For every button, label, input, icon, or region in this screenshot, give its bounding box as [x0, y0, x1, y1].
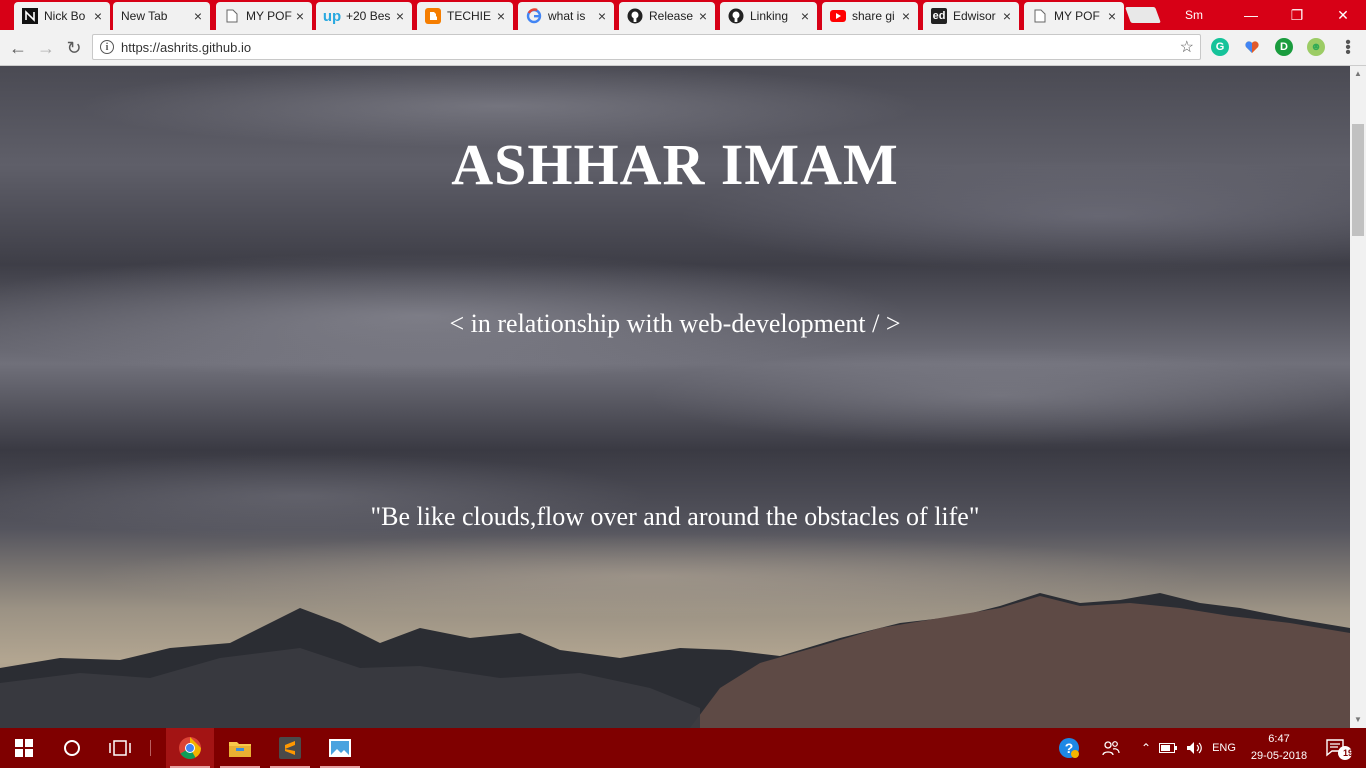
browser-tab[interactable]: what is ×	[518, 2, 614, 30]
page-icon	[224, 8, 240, 24]
tab-title: MY POF	[246, 9, 292, 23]
forward-button[interactable]: →	[34, 36, 58, 60]
grammarly-icon[interactable]: G	[1211, 38, 1229, 56]
browser-tab[interactable]: New Tab ×	[113, 2, 210, 30]
scroll-up-arrow-icon[interactable]: ▲	[1350, 66, 1366, 82]
clock-date: 29-05-2018	[1250, 750, 1308, 762]
tab-title: TECHIE	[447, 9, 492, 23]
language-indicator[interactable]: ENG	[1208, 728, 1240, 768]
tab-title: Release	[649, 9, 694, 23]
sublime-text-icon[interactable]	[266, 728, 314, 768]
system-clock[interactable]: 6:47 29-05-2018	[1244, 731, 1314, 765]
tab-title: share gi	[852, 9, 895, 23]
github-icon	[728, 8, 744, 24]
url-text[interactable]: https://ashrits.github.io	[121, 40, 251, 55]
scrollbar-thumb[interactable]	[1352, 124, 1364, 236]
google-icon	[526, 8, 542, 24]
browser-tab[interactable]: Release ×	[619, 2, 715, 30]
tab-title: +20 Bes	[346, 9, 391, 23]
youtube-icon	[830, 8, 846, 24]
close-tab-icon[interactable]: ×	[493, 8, 509, 24]
up-logo-icon: up	[322, 7, 342, 25]
page-icon	[1032, 8, 1048, 24]
chrome-icon[interactable]	[166, 728, 214, 768]
back-button[interactable]: ←	[6, 36, 30, 60]
help-icon[interactable]: ?	[1056, 728, 1082, 768]
scroll-down-arrow-icon[interactable]: ▼	[1350, 712, 1366, 728]
mountains-background	[0, 593, 1350, 728]
battery-icon[interactable]	[1158, 728, 1178, 768]
tab-title: what is	[548, 9, 586, 23]
close-tab-icon[interactable]: ×	[190, 8, 206, 24]
close-tab-icon[interactable]: ×	[292, 8, 308, 24]
people-icon[interactable]	[1098, 728, 1124, 768]
bookmark-star-icon[interactable]: ☆	[1180, 37, 1194, 57]
page-subtitle: < in relationship with web-development /…	[449, 309, 901, 338]
nick-bostrom-icon	[22, 8, 38, 24]
blogger-icon	[425, 8, 441, 24]
windows-start-icon[interactable]	[0, 728, 48, 768]
tab-title: MY POF	[1054, 9, 1100, 23]
minimize-button[interactable]: —	[1228, 0, 1274, 30]
restore-button[interactable]: ❐	[1274, 0, 1320, 30]
close-tab-icon[interactable]: ×	[898, 8, 914, 24]
address-bar[interactable]: i https://ashrits.github.io ☆	[92, 34, 1201, 60]
vertical-scrollbar[interactable]: ▲ ▼	[1350, 66, 1366, 728]
close-tab-icon[interactable]: ×	[1104, 8, 1120, 24]
close-tab-icon[interactable]: ×	[695, 8, 711, 24]
profile-name[interactable]: Sm	[1185, 8, 1203, 22]
task-view-icon[interactable]	[96, 728, 144, 768]
close-tab-icon[interactable]: ×	[392, 8, 408, 24]
windows-taskbar: ? ⌃ ENG 6:47 29-05-2018 19	[0, 728, 1366, 768]
browser-tab[interactable]: MY POF ×	[216, 2, 312, 30]
volume-icon[interactable]	[1184, 728, 1206, 768]
browser-tab[interactable]: Linking ×	[720, 2, 817, 30]
ext-d-icon[interactable]: D	[1275, 38, 1293, 56]
site-info-icon[interactable]: i	[100, 40, 114, 54]
close-tab-icon[interactable]: ×	[999, 8, 1015, 24]
github-icon	[627, 8, 643, 24]
notification-center-icon[interactable]: 19	[1318, 728, 1358, 768]
browser-tab[interactable]: ed Edwisor ×	[923, 2, 1019, 30]
file-explorer-icon[interactable]	[216, 728, 264, 768]
hero-section: ASHHAR IMAM < in relationship with web-d…	[0, 66, 1350, 728]
clock-time: 6:47	[1268, 733, 1290, 745]
browser-tab[interactable]: share gi ×	[822, 2, 918, 30]
tab-title: Linking	[750, 9, 789, 23]
close-tab-icon[interactable]: ×	[797, 8, 813, 24]
tab-title: New Tab	[121, 9, 168, 23]
chevron-up-icon[interactable]: ⌃	[1138, 728, 1154, 768]
close-tab-icon[interactable]: ×	[90, 8, 106, 24]
tab-title: Edwisor	[953, 9, 996, 23]
edwisor-icon: ed	[931, 8, 947, 24]
close-window-button[interactable]: ✕	[1320, 0, 1366, 30]
photos-icon[interactable]	[316, 728, 364, 768]
browser-toolbar: ← → ↻ i https://ashrits.github.io ☆ G D …	[0, 30, 1366, 66]
taskbar-divider	[150, 740, 151, 756]
close-tab-icon[interactable]: ×	[594, 8, 610, 24]
tab-title: Nick Bo	[44, 9, 86, 23]
chrome-menu-icon[interactable]: • • •	[1341, 35, 1355, 61]
browser-tab[interactable]: Nick Bo ×	[14, 2, 110, 30]
colorful-heart-icon[interactable]	[1243, 38, 1261, 56]
page-title: ASHHAR IMAM	[451, 132, 899, 197]
browser-tab[interactable]: up +20 Bes ×	[316, 2, 412, 30]
browser-tab-active[interactable]: MY POF ×	[1024, 2, 1124, 30]
cortana-search-icon[interactable]	[48, 728, 96, 768]
notification-count-badge: 19	[1342, 748, 1353, 758]
tab-strip: Nick Bo × New Tab × MY POF × up +20 Bes …	[0, 0, 1366, 30]
page-quote: "Be like clouds,flow over and around the…	[370, 502, 980, 531]
reload-button[interactable]: ↻	[62, 36, 86, 60]
browser-tab[interactable]: TECHIE ×	[417, 2, 513, 30]
android-icon[interactable]: ☻	[1307, 38, 1325, 56]
new-tab-button[interactable]	[1125, 7, 1161, 23]
